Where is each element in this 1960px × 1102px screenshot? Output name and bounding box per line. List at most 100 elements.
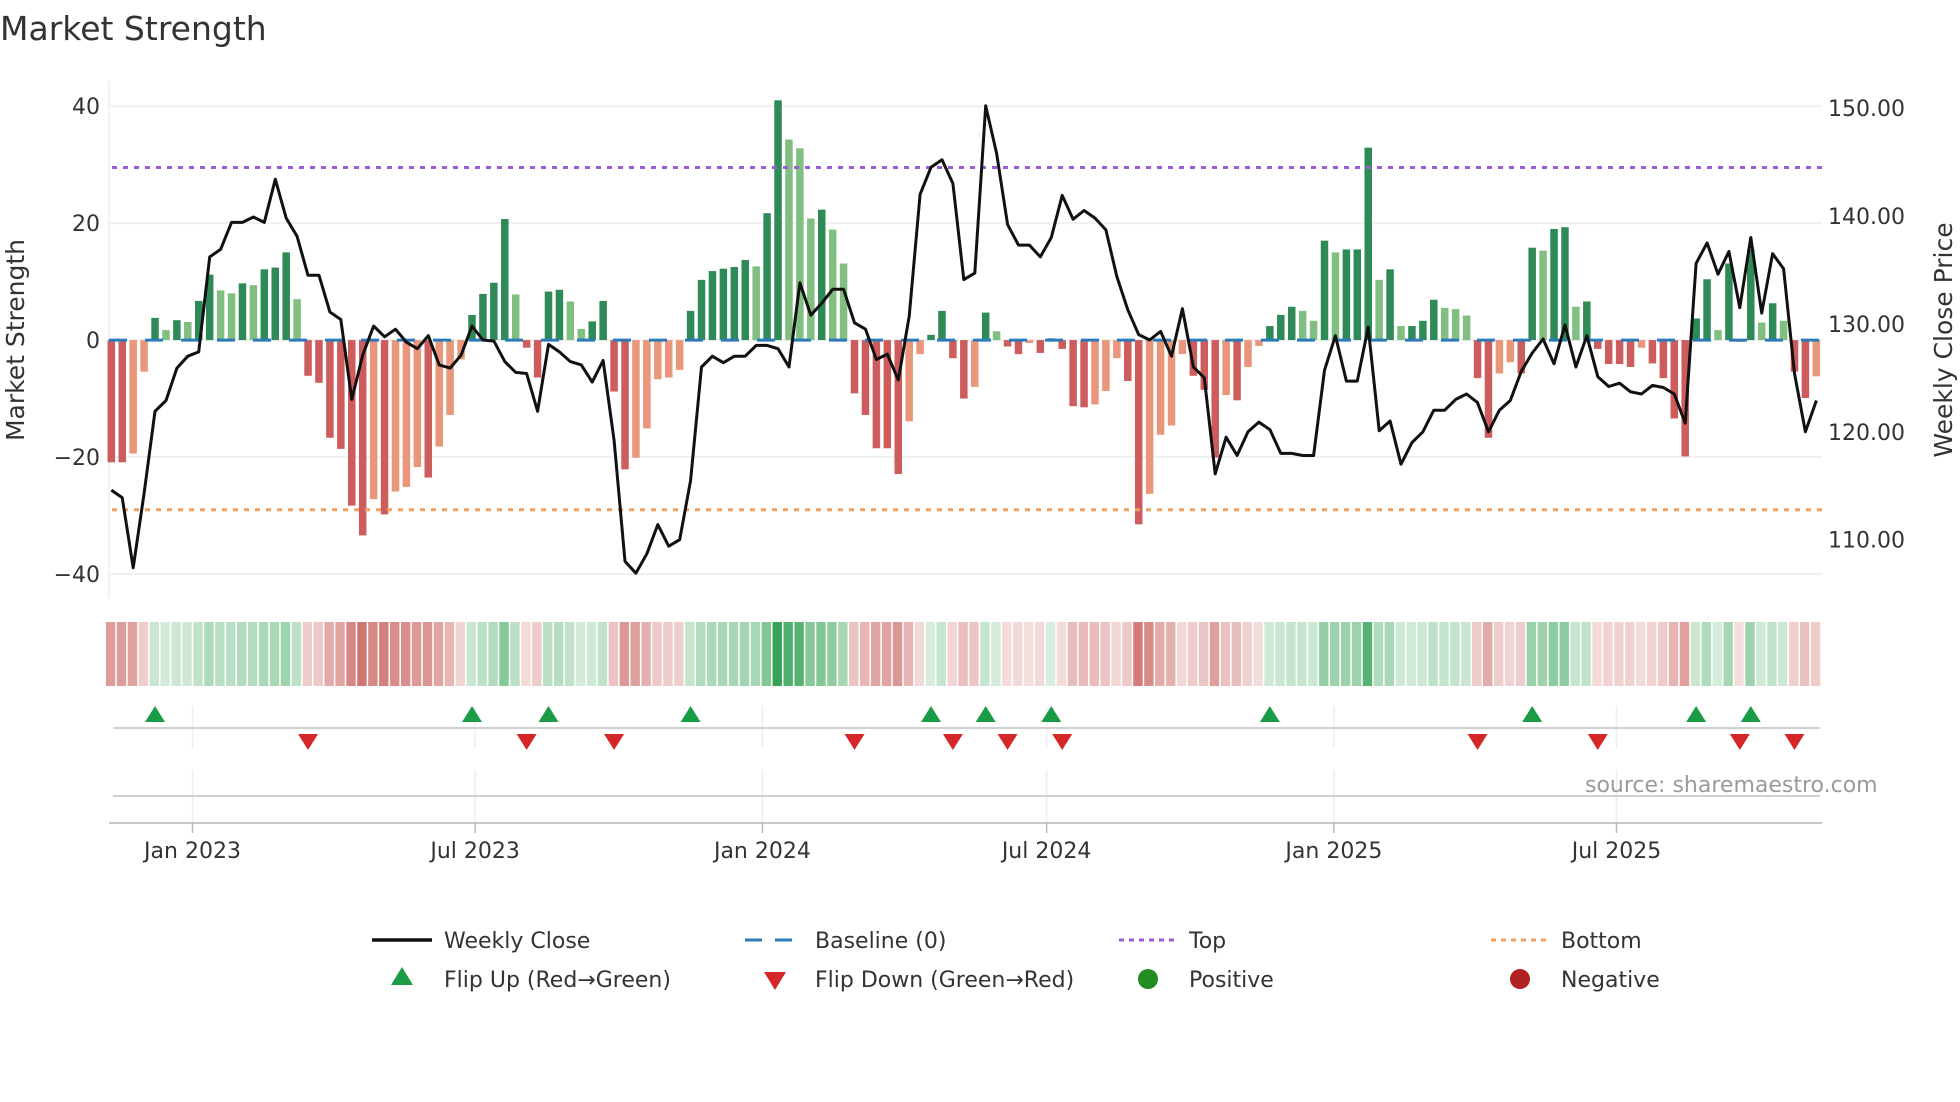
heat-strip-cell (1690, 622, 1701, 686)
heat-strip-cell (532, 622, 542, 686)
legend-item-negative[interactable]: Negative (1510, 968, 1660, 993)
heat-strip-cell (1461, 622, 1471, 686)
left-axis-ticks: 40 20 0 −20 −40 (54, 95, 100, 588)
strength-bar (260, 269, 269, 341)
strength-bar (828, 229, 837, 341)
strength-bar (1659, 340, 1668, 379)
heat-strip-cell (696, 622, 706, 686)
legend-item-positive[interactable]: Positive (1138, 968, 1274, 993)
strength-bar (1626, 340, 1635, 367)
strength-bar (1648, 340, 1657, 364)
strength-bar (1473, 340, 1482, 379)
heat-strip-cell (1013, 622, 1023, 686)
heat-strip-cell (477, 622, 487, 686)
strength-bar (1462, 315, 1471, 341)
heat-strip-cell (237, 622, 247, 686)
strength-bar (1408, 326, 1416, 341)
legend-label: Flip Up (Red→Green) (444, 968, 671, 993)
strength-bar (1440, 307, 1449, 341)
strength-bar (1298, 310, 1307, 341)
market-strength-chart: Market Strength 40 20 0 −20 −40 150.00 140.00… (0, 9, 1958, 993)
heat-strip-cell (772, 622, 782, 686)
flip-down-marker (604, 734, 625, 750)
heat-strip-cell (619, 622, 629, 686)
y-tick-label: 20 (72, 212, 100, 237)
heat-strip-cell (357, 622, 367, 686)
heat-strip-cell (1734, 622, 1744, 686)
legend-item-bottom[interactable]: Bottom (1491, 929, 1642, 954)
flip-down-marker (844, 734, 865, 750)
heat-strip-cell (1220, 622, 1231, 686)
legend-item-flip-up[interactable]: Flip Up (Red→Green) (391, 967, 671, 993)
strength-bar (1287, 306, 1296, 341)
heat-strip-cell (313, 622, 323, 686)
heat-strip-cell (881, 622, 892, 686)
strength-bar (1550, 228, 1558, 341)
heat-strip-cell (1559, 622, 1569, 686)
heat-strip-cell (783, 622, 793, 686)
heat-strip-cell (1789, 622, 1799, 686)
strength-bar (424, 340, 433, 478)
right-axis-title: Weekly Close Price (1929, 222, 1958, 457)
legend-label: Top (1188, 929, 1226, 954)
strength-bars (107, 100, 1821, 536)
heat-strip-cell (499, 622, 509, 686)
heat-strip-cell (226, 622, 236, 686)
strength-bar (752, 266, 760, 341)
heat-strip-cell (247, 622, 258, 686)
heat-strip-cell (980, 622, 990, 686)
heat-strip-cell (258, 622, 269, 686)
legend-item-flip-down[interactable]: Flip Down (Green→Red) (764, 968, 1074, 993)
heat-strip-cell (1537, 622, 1548, 686)
strength-bar (118, 340, 126, 463)
legend-item-baseline[interactable]: Baseline (0) (745, 929, 946, 954)
strength-bar (1768, 303, 1777, 341)
y2-tick-label: 140.00 (1828, 205, 1905, 230)
heat-strip-cell (860, 622, 870, 686)
heat-strip-cell (105, 622, 116, 686)
heat-strip-cell (849, 622, 859, 686)
heat-strip-cell (1581, 622, 1591, 686)
strength-bar (238, 283, 247, 341)
heat-strip-cell (761, 622, 772, 686)
heat-strip-cell (1253, 622, 1263, 686)
strength-bar (730, 266, 739, 341)
flip-down-marker (1052, 734, 1073, 750)
strength-bar (916, 340, 924, 355)
strength-bar (850, 340, 859, 394)
heat-strip-cell (1231, 622, 1242, 686)
heat-strip-cell (116, 622, 127, 686)
heat-strip-cell (739, 622, 750, 686)
heat-strip-cell (870, 622, 881, 686)
heat-strip-cell (1483, 622, 1493, 686)
heat-strip-cell (1166, 622, 1176, 686)
strength-bar (1124, 340, 1132, 382)
flip-down-marker (298, 734, 319, 750)
legend-item-weekly-close[interactable]: Weekly Close (372, 929, 590, 954)
heat-strip-cell (138, 622, 149, 686)
strength-bar (151, 317, 159, 341)
heat-strip-cell (1067, 622, 1078, 686)
strength-bar (1309, 320, 1318, 341)
heat-strip-cell (1144, 622, 1154, 686)
heat-strip-cell (204, 622, 214, 686)
heat-strip-cell (291, 622, 302, 686)
heat-strip-cell (1187, 622, 1198, 686)
heat-strip-cell (564, 622, 575, 686)
heat-strip-cell (1002, 622, 1012, 686)
flip-up-marker (1522, 706, 1543, 722)
strength-bar (905, 340, 913, 422)
heat-strip-cell (597, 622, 608, 686)
heat-strip-cell (805, 622, 815, 686)
heat-strip-cell (1799, 622, 1810, 686)
heat-strip-cell (1417, 622, 1427, 686)
strength-bar (249, 285, 258, 341)
heat-strip-cell (543, 622, 553, 686)
heat-strip-cell (1023, 622, 1034, 686)
heat-strip-cell (1340, 622, 1351, 686)
y-tick-label: 40 (72, 95, 100, 120)
strength-bar (501, 219, 509, 341)
heat-strip-cell (641, 622, 651, 686)
heat-strip-cell (1362, 622, 1373, 686)
legend-item-top[interactable]: Top (1119, 929, 1226, 954)
